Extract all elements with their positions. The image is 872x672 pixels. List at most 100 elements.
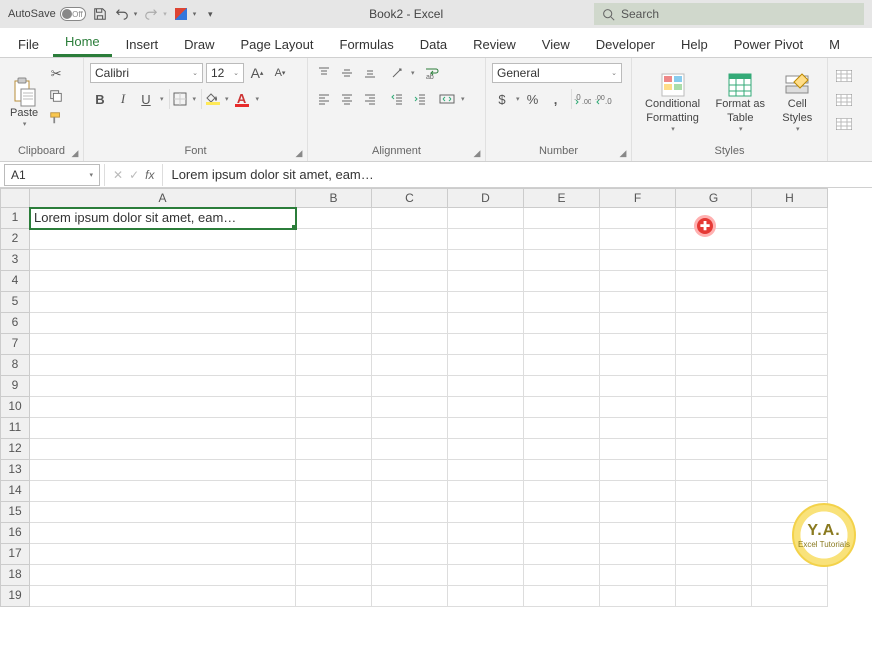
cell[interactable] — [372, 418, 448, 439]
cell[interactable] — [600, 271, 676, 292]
cell[interactable] — [600, 376, 676, 397]
row-header[interactable]: 18 — [0, 565, 30, 586]
row-header[interactable]: 12 — [0, 439, 30, 460]
cell[interactable] — [30, 376, 296, 397]
cell[interactable] — [372, 376, 448, 397]
cell[interactable] — [372, 292, 448, 313]
cell[interactable] — [676, 418, 752, 439]
align-middle-icon[interactable] — [337, 63, 357, 83]
font-name-select[interactable]: Calibri⌄ — [90, 63, 203, 83]
number-format-select[interactable]: General⌄ — [492, 63, 622, 83]
cell[interactable] — [372, 229, 448, 250]
row-header[interactable]: 15 — [0, 502, 30, 523]
qat-customize-icon[interactable]: ▾ — [202, 6, 218, 22]
cell[interactable] — [676, 439, 752, 460]
alignment-launcher[interactable]: ◢ — [471, 147, 483, 159]
delete-cells-icon[interactable] — [834, 90, 854, 110]
cell[interactable] — [676, 397, 752, 418]
percent-format-icon[interactable]: % — [523, 89, 543, 109]
insert-cells-icon[interactable] — [834, 66, 854, 86]
cell[interactable] — [448, 418, 524, 439]
cell[interactable] — [372, 565, 448, 586]
cell[interactable] — [296, 334, 372, 355]
column-header[interactable]: H — [752, 188, 828, 208]
cell[interactable] — [524, 481, 600, 502]
cell[interactable] — [372, 460, 448, 481]
cell[interactable] — [30, 250, 296, 271]
cell[interactable] — [752, 355, 828, 376]
cell[interactable] — [524, 586, 600, 607]
cell[interactable] — [752, 313, 828, 334]
cell[interactable] — [372, 586, 448, 607]
cell[interactable] — [448, 481, 524, 502]
search-box[interactable]: Search — [594, 3, 864, 25]
cell[interactable] — [296, 439, 372, 460]
tab-help[interactable]: Help — [669, 32, 720, 57]
cell[interactable] — [524, 355, 600, 376]
cell[interactable] — [372, 250, 448, 271]
cell[interactable] — [524, 502, 600, 523]
cell[interactable]: Lorem ipsum dolor sit amet, eam… — [30, 208, 296, 229]
decrease-indent-icon[interactable] — [387, 89, 407, 109]
cell[interactable] — [600, 523, 676, 544]
cell[interactable] — [600, 313, 676, 334]
row-header[interactable]: 7 — [0, 334, 30, 355]
cell[interactable] — [524, 334, 600, 355]
cell[interactable] — [752, 481, 828, 502]
cell[interactable] — [30, 565, 296, 586]
cell[interactable] — [524, 271, 600, 292]
cell[interactable] — [524, 376, 600, 397]
cell[interactable] — [676, 271, 752, 292]
cell[interactable] — [296, 418, 372, 439]
align-right-icon[interactable] — [360, 89, 380, 109]
cell[interactable] — [752, 250, 828, 271]
increase-indent-icon[interactable] — [410, 89, 430, 109]
paste-button[interactable]: Paste ▾ — [6, 62, 42, 145]
format-painter-icon[interactable] — [46, 108, 66, 128]
cell[interactable] — [30, 334, 296, 355]
cell[interactable] — [676, 544, 752, 565]
cell[interactable] — [296, 271, 372, 292]
cell[interactable] — [752, 397, 828, 418]
font-launcher[interactable]: ◢ — [293, 147, 305, 159]
row-header[interactable]: 5 — [0, 292, 30, 313]
cell[interactable] — [600, 586, 676, 607]
cell[interactable] — [752, 376, 828, 397]
fx-icon[interactable]: fx — [145, 168, 154, 182]
cell[interactable] — [30, 523, 296, 544]
cell[interactable] — [524, 565, 600, 586]
cell[interactable] — [524, 313, 600, 334]
cell[interactable] — [752, 208, 828, 229]
cell[interactable] — [448, 565, 524, 586]
font-color-button[interactable]: A — [232, 89, 252, 109]
cell[interactable] — [372, 313, 448, 334]
cell[interactable] — [524, 250, 600, 271]
font-size-select[interactable]: 12⌄ — [206, 63, 244, 83]
cell[interactable] — [30, 271, 296, 292]
format-as-table-button[interactable]: Format as Table▾ — [711, 62, 769, 145]
cell[interactable] — [600, 544, 676, 565]
cell[interactable] — [296, 481, 372, 502]
column-header[interactable]: G — [676, 188, 752, 208]
cell[interactable] — [600, 355, 676, 376]
cell[interactable] — [372, 481, 448, 502]
cell[interactable] — [448, 208, 524, 229]
cell[interactable] — [30, 355, 296, 376]
cell[interactable] — [600, 334, 676, 355]
cell-styles-button[interactable]: Cell Styles▾ — [773, 62, 821, 145]
tab-draw[interactable]: Draw — [172, 32, 226, 57]
column-header[interactable]: B — [296, 188, 372, 208]
cell[interactable] — [30, 229, 296, 250]
row-header[interactable]: 14 — [0, 481, 30, 502]
cell[interactable] — [296, 460, 372, 481]
cell[interactable] — [752, 334, 828, 355]
cell[interactable] — [676, 502, 752, 523]
autosave-toggle[interactable]: AutoSave Off — [8, 7, 86, 21]
cell[interactable] — [600, 250, 676, 271]
cell[interactable] — [676, 376, 752, 397]
cell[interactable] — [600, 481, 676, 502]
italic-button[interactable]: I — [113, 89, 133, 109]
row-header[interactable]: 8 — [0, 355, 30, 376]
cell[interactable] — [676, 460, 752, 481]
cell[interactable] — [372, 271, 448, 292]
